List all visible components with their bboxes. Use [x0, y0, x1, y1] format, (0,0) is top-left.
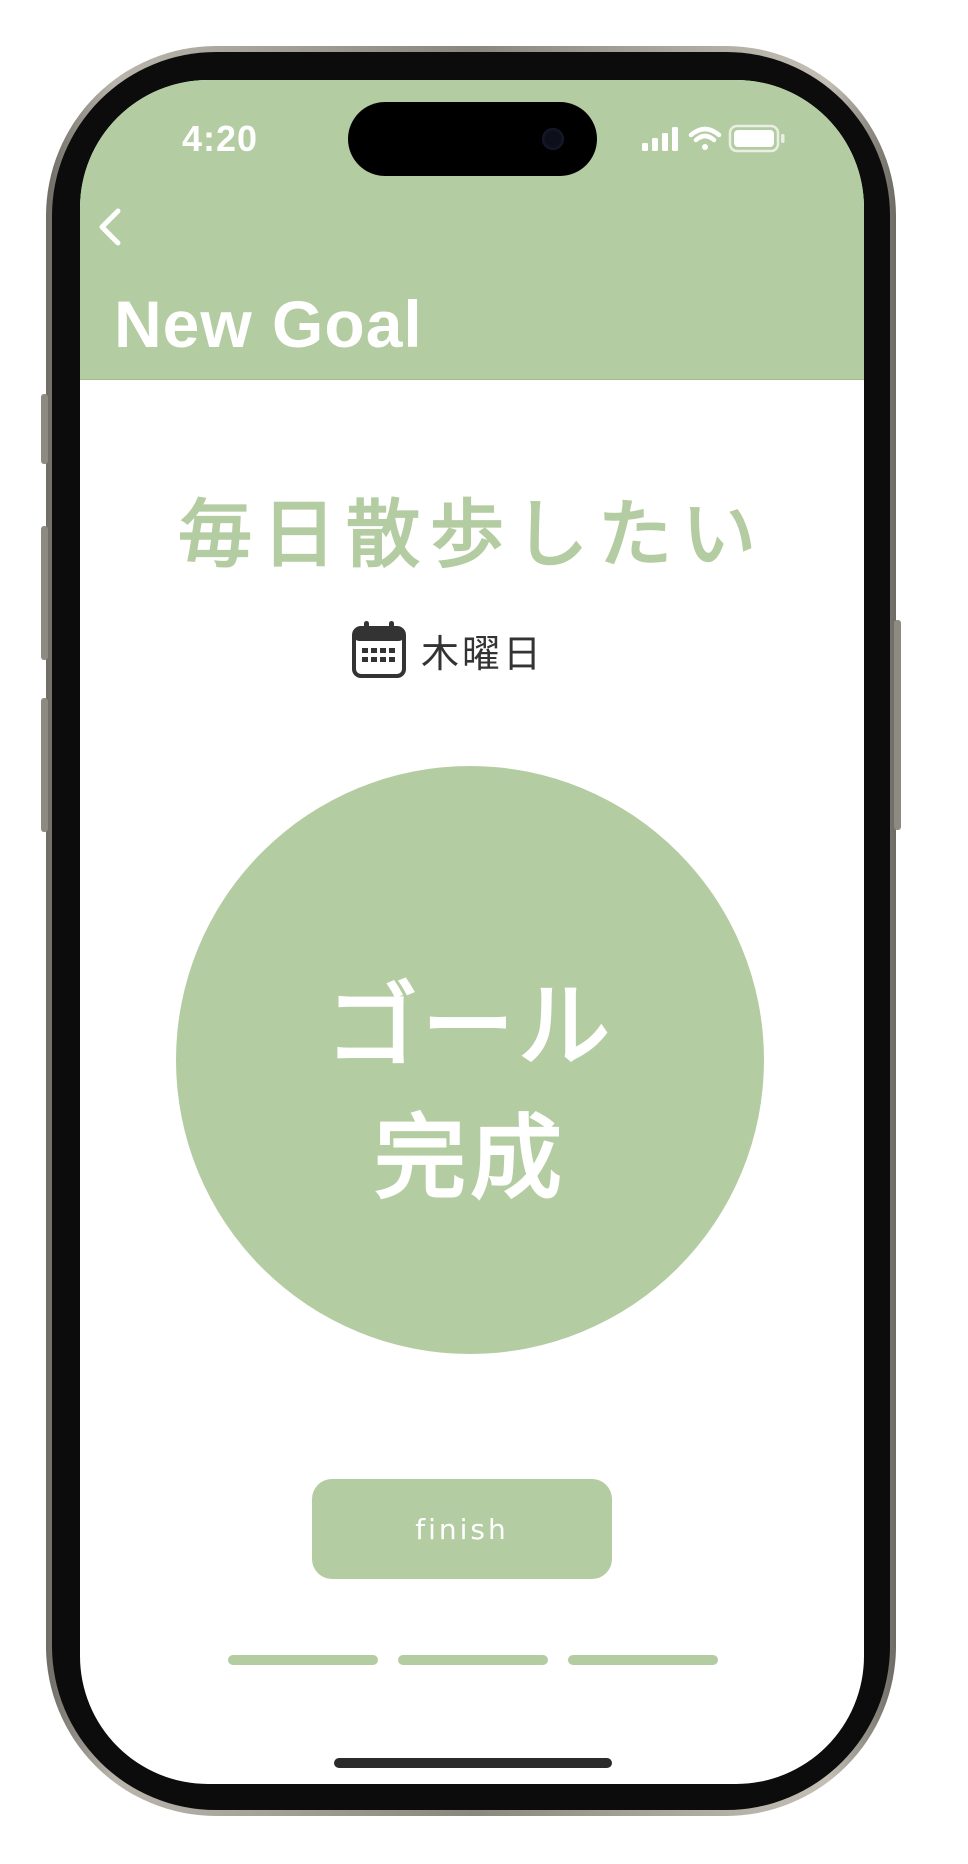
page-indicator-2 [398, 1655, 548, 1665]
page-indicator-3 [568, 1655, 718, 1665]
volume-down-button [41, 698, 48, 832]
dynamic-island [348, 102, 597, 176]
goal-day-row: 木曜日 [351, 620, 544, 680]
chevron-left-icon[interactable] [94, 205, 130, 249]
goal-complete-label-line2: 完成 [373, 1105, 566, 1212]
wifi-icon [688, 126, 722, 150]
goal-complete-label-line1: ゴール [325, 973, 614, 1080]
page-indicator-1 [228, 1655, 378, 1665]
home-indicator[interactable] [334, 1758, 612, 1768]
volume-up-button [41, 526, 48, 660]
status-icons [642, 124, 785, 153]
goal-day: 木曜日 [421, 631, 545, 676]
battery-icon [728, 124, 785, 153]
nav-header: 4:20 New Goal [80, 80, 864, 380]
action-button [41, 394, 48, 464]
cellular-signal-icon [642, 127, 678, 151]
status-time: 4:20 [182, 118, 259, 159]
page-title: New Goal [114, 287, 423, 361]
finish-button-label: finish [415, 1512, 509, 1546]
goal-text: 毎日散歩したい [178, 492, 766, 578]
goal-complete-button[interactable]: ゴール 完成 [176, 766, 764, 1354]
app-screen: 4:20 New Goal 毎日散歩したい 木曜日 ゴール 完成 finish [80, 80, 864, 1784]
finish-button[interactable]: finish [312, 1479, 612, 1579]
calendar-icon [352, 621, 406, 678]
front-camera-icon [542, 128, 564, 150]
power-button [894, 620, 901, 830]
